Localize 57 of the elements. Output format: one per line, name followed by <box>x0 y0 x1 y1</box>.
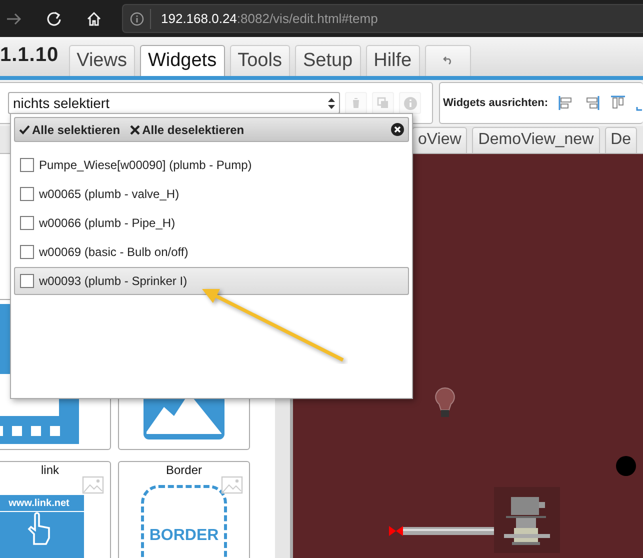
home-icon[interactable] <box>86 10 102 26</box>
light-bulb-icon <box>435 387 455 419</box>
widget-list-item[interactable]: Pumpe_Wiese[w00090] (plumb - Pump) <box>14 151 409 179</box>
widget-list-item[interactable]: w00093 (plumb - Sprinker I) <box>14 267 409 295</box>
checkbox[interactable] <box>20 274 34 288</box>
align-icon[interactable] <box>558 95 574 111</box>
cross-icon <box>130 124 140 134</box>
version-label: 1.1.10 <box>0 44 59 67</box>
dropdown-arrows-icon <box>328 98 335 108</box>
pump-drawing <box>494 487 560 553</box>
dot-icon <box>616 456 636 476</box>
info-icon <box>404 96 416 110</box>
deselect-all-button[interactable]: Alle deselektieren <box>130 122 244 136</box>
border-text: BORDER <box>149 527 219 545</box>
widget-select[interactable]: nichts selektiert <box>8 92 340 114</box>
copy-icon <box>377 97 389 109</box>
menu-tab[interactable]: Widgets <box>140 45 225 76</box>
reload-icon[interactable] <box>46 10 62 26</box>
view-tab[interactable]: De <box>604 127 638 153</box>
widget-card[interactable]: link www.link.net <box>0 461 111 558</box>
check-icon <box>19 124 30 134</box>
item-label: w00066 (plumb - Pipe_H) <box>39 216 176 230</box>
hand-pointer-icon <box>25 512 53 546</box>
item-label: w00093 (plumb - Sprinker I) <box>39 274 188 288</box>
menu-tab[interactable]: Tools <box>230 45 290 76</box>
info-icon[interactable] <box>130 12 144 26</box>
menu-tab[interactable]: Views <box>68 45 135 76</box>
item-label: w00065 (plumb - valve_H) <box>39 187 180 201</box>
widget-label: Border <box>166 463 202 477</box>
trash-icon <box>351 97 361 109</box>
image-icon <box>82 476 104 494</box>
widget-list-item[interactable]: w00065 (plumb - valve_H) <box>14 180 409 208</box>
align-icon[interactable] <box>584 95 600 111</box>
view-tab[interactable]: oView <box>412 127 468 153</box>
url-text: 192.168.0.24:8082/vis/edit.html#temp <box>161 11 378 26</box>
widget-label: link <box>40 463 59 477</box>
menu-tab[interactable]: Hilfe <box>366 45 420 76</box>
checkbox[interactable] <box>20 216 34 230</box>
widget-list-item[interactable]: w00066 (plumb - Pipe_H) <box>14 209 409 237</box>
image-icon <box>221 476 243 494</box>
menu-tab[interactable]: Setup <box>294 45 361 76</box>
widget-list-item[interactable]: w00069 (basic - Bulb on/off) <box>14 238 409 266</box>
align-icon[interactable] <box>610 95 626 111</box>
close-icon[interactable] <box>391 123 404 136</box>
align-label: Widgets ausrichten: <box>443 97 548 109</box>
checkbox[interactable] <box>20 158 34 172</box>
checkbox[interactable] <box>20 245 34 259</box>
item-label: Pumpe_Wiese[w00090] (plumb - Pump) <box>39 158 252 172</box>
address-bar[interactable]: 192.168.0.24:8082/vis/edit.html#temp <box>122 4 643 33</box>
link-text: www.link.net <box>0 495 84 512</box>
item-label: w00069 (basic - Bulb on/off) <box>39 245 188 259</box>
undo-icon <box>442 56 453 65</box>
select-all-button[interactable]: Alle selektieren <box>19 122 120 136</box>
view-tab[interactable]: DemoView_new <box>472 127 600 153</box>
checkbox[interactable] <box>20 187 34 201</box>
widget-card[interactable]: Border BORDER <box>118 461 250 558</box>
forward-icon[interactable] <box>6 12 22 26</box>
